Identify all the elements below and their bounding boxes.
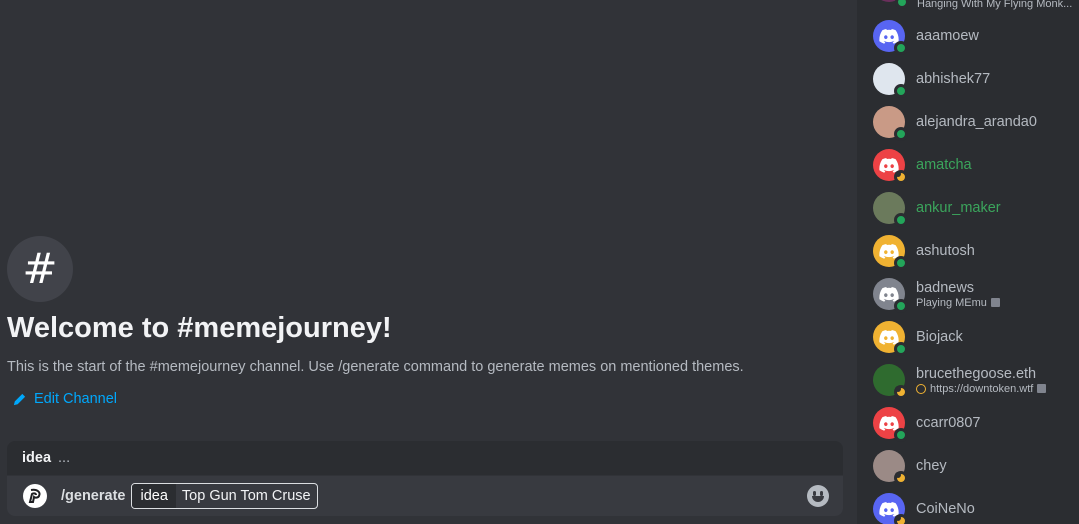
edit-channel-link[interactable]: Edit Channel xyxy=(12,391,117,407)
member-name: ankur_maker xyxy=(916,200,1001,216)
member-item[interactable]: CoiNeNo xyxy=(873,489,1079,524)
welcome-subtitle: This is the start of the #memejourney ch… xyxy=(7,359,744,375)
status-online-icon xyxy=(894,256,908,270)
option-hint-desc: ... xyxy=(58,450,71,466)
status-idle-icon xyxy=(894,471,908,485)
member-item[interactable]: ashutosh xyxy=(873,231,1079,271)
discord-logo-icon xyxy=(879,415,899,431)
emoji-mouth xyxy=(812,496,824,502)
member-text: aaamoew xyxy=(916,28,979,44)
member-item[interactable]: badnews Playing MEmu xyxy=(873,274,1079,314)
member-text: chey xyxy=(916,458,947,474)
channel-hash-icon: # xyxy=(7,236,73,302)
member-name: ccarr0807 xyxy=(916,415,981,431)
pencil-icon xyxy=(13,393,26,405)
member-name: ashutosh xyxy=(916,243,975,259)
avatar xyxy=(873,278,908,313)
member-name: Biojack xyxy=(916,329,963,345)
member-text: alejandra_aranda0 xyxy=(916,114,1037,130)
status-online-icon xyxy=(894,127,908,141)
member-name: alejandra_aranda0 xyxy=(916,114,1037,130)
member-item[interactable]: amatcha xyxy=(873,145,1079,185)
edit-channel-label: Edit Channel xyxy=(34,391,118,407)
member-text: badnews Playing MEmu xyxy=(916,280,1000,309)
member-name: badnews xyxy=(916,279,975,296)
avatar xyxy=(873,106,908,141)
message-composer[interactable]: /generate idea Top Gun Tom Cruse xyxy=(7,476,843,516)
discord-logo-icon xyxy=(879,329,899,345)
emoji-button[interactable] xyxy=(807,485,829,507)
status-online-icon xyxy=(894,41,908,55)
rich-presence-icon xyxy=(1037,384,1047,393)
member-name: chey xyxy=(916,458,947,474)
member-item[interactable]: aaamoew xyxy=(873,16,1079,56)
member-activity: https://downtoken.wtf xyxy=(916,382,1047,395)
status-online-icon xyxy=(894,342,908,356)
member-item[interactable]: ccarr0807 xyxy=(873,403,1079,443)
avatar xyxy=(873,493,908,524)
member-list: Hanging With My Flying Monk... aaamoew ab… xyxy=(857,0,1079,524)
activity-text: https://downtoken.wtf xyxy=(930,382,1034,395)
option-hint-bar[interactable]: idea ... xyxy=(7,441,843,475)
member-name: abhishek77 xyxy=(916,71,991,87)
avatar xyxy=(873,20,908,55)
member-item[interactable]: alejandra_aranda0 xyxy=(873,102,1079,142)
bot-logo-icon xyxy=(28,488,41,503)
bot-avatar xyxy=(23,484,47,508)
member-text: abhishek77 xyxy=(916,71,990,87)
member-activity: Hanging With My Flying Monk... xyxy=(917,0,1073,10)
avatar xyxy=(873,192,908,227)
member-name: CoiNeNo xyxy=(916,501,975,517)
avatar xyxy=(873,450,908,485)
member-name: amatcha xyxy=(916,157,972,173)
member-text: brucethegoose.eth https://downtoken.wtf xyxy=(916,365,1047,395)
status-idle-icon xyxy=(894,170,908,184)
avatar xyxy=(873,321,908,356)
custom-status-icon xyxy=(916,383,926,394)
command-option-field[interactable]: idea Top Gun Tom Cruse xyxy=(131,483,318,509)
discord-logo-icon xyxy=(879,243,899,259)
status-online-icon xyxy=(894,428,908,442)
member-text: ankur_maker xyxy=(916,200,1001,216)
status-idle-icon xyxy=(894,385,908,399)
option-name-chip: idea xyxy=(132,484,176,508)
avatar xyxy=(873,407,908,442)
rich-presence-icon xyxy=(990,298,1000,307)
avatar xyxy=(873,63,908,98)
slash-command: /generate xyxy=(61,488,126,504)
option-value-input[interactable]: Top Gun Tom Cruse xyxy=(176,484,317,508)
member-item[interactable]: chey xyxy=(873,446,1079,486)
avatar xyxy=(873,235,908,270)
member-text: amatcha xyxy=(916,157,972,173)
member-text: CoiNeNo xyxy=(916,501,975,517)
member-item[interactable]: ankur_maker xyxy=(873,188,1079,228)
member-text: ashutosh xyxy=(916,243,975,259)
hash-icon: # xyxy=(22,244,58,293)
chat-area: # Welcome to #memejourney! This is the s… xyxy=(0,0,857,524)
avatar xyxy=(873,364,908,399)
option-hint-name: idea xyxy=(22,450,52,466)
member-activity: Playing MEmu xyxy=(916,297,1000,309)
status-online-icon xyxy=(894,84,908,98)
status-idle-icon xyxy=(894,514,908,524)
member-partial-top[interactable]: Hanging With My Flying Monk... xyxy=(873,0,1079,10)
member-name: brucethegoose.eth xyxy=(916,365,1037,382)
discord-logo-icon xyxy=(879,28,899,44)
status-online-icon xyxy=(894,213,908,227)
avatar xyxy=(873,149,908,184)
status-online-icon xyxy=(894,299,908,313)
member-text: Biojack xyxy=(916,329,963,345)
status-online-icon xyxy=(895,0,909,9)
member-text: ccarr0807 xyxy=(916,415,980,431)
member-name: aaamoew xyxy=(916,28,979,44)
member-item[interactable]: brucethegoose.eth https://downtoken.wtf xyxy=(873,360,1079,400)
activity-text: Playing MEmu xyxy=(916,296,987,309)
discord-logo-icon xyxy=(879,286,899,302)
member-item[interactable]: Biojack xyxy=(873,317,1079,357)
welcome-title: Welcome to #memejourney! xyxy=(7,312,392,344)
member-item[interactable]: abhishek77 xyxy=(873,59,1079,99)
